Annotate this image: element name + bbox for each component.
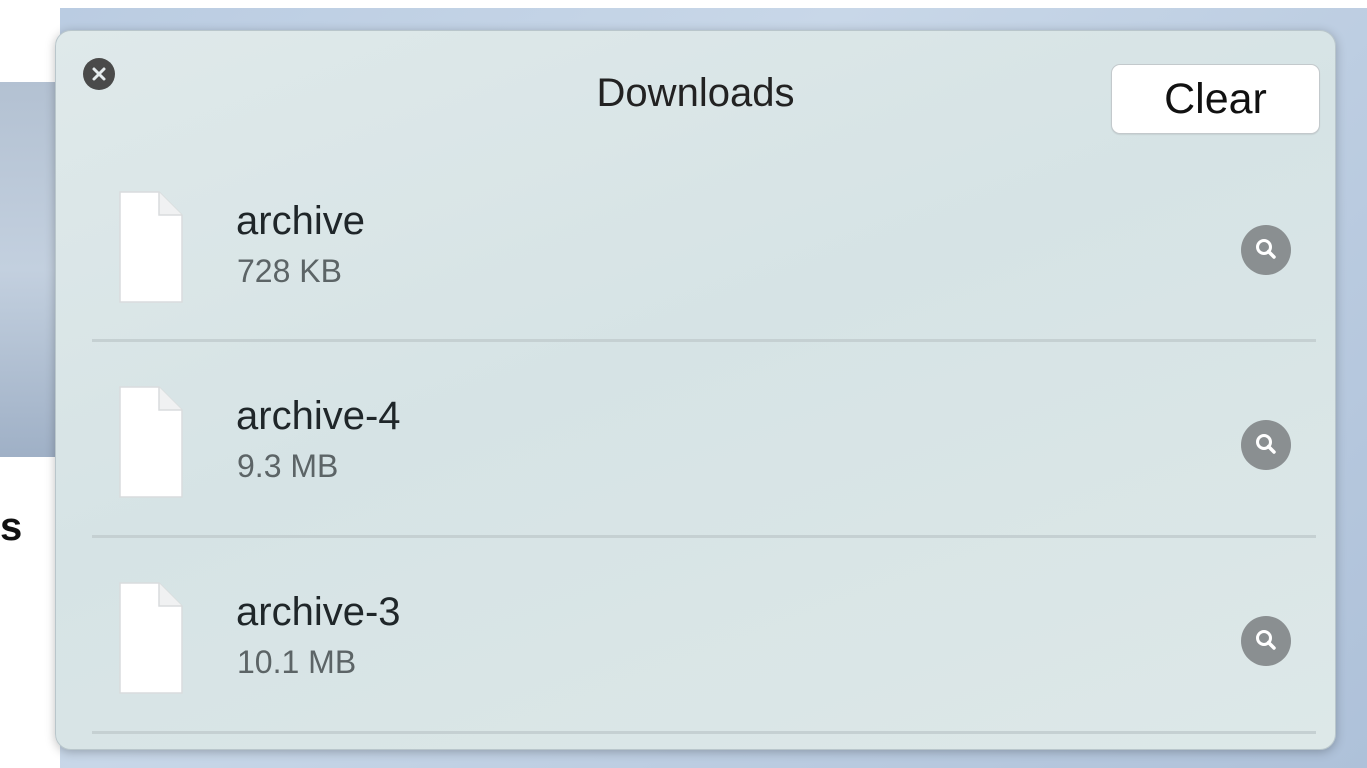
reveal-in-finder-button[interactable] — [1241, 225, 1291, 275]
downloads-popover: Downloads Clear archive 728 KB archive-4… — [55, 30, 1336, 750]
download-filename: archive-3 — [236, 590, 401, 634]
download-filename: archive-4 — [236, 394, 401, 438]
document-icon — [119, 582, 183, 694]
magnifier-icon — [1256, 239, 1276, 259]
magnifier-icon — [1256, 434, 1276, 454]
row-divider — [92, 731, 1316, 734]
download-item[interactable]: archive-4 9.3 MB — [56, 386, 1335, 581]
row-divider — [92, 339, 1316, 342]
download-filesize: 10.1 MB — [237, 644, 357, 680]
clear-button[interactable]: Clear — [1111, 64, 1320, 134]
reveal-in-finder-button[interactable] — [1241, 420, 1291, 470]
magnifier-icon — [1256, 630, 1276, 650]
reveal-in-finder-button[interactable] — [1241, 616, 1291, 666]
row-divider — [92, 535, 1316, 538]
download-filesize: 9.3 MB — [237, 448, 339, 484]
download-filesize: 728 KB — [237, 253, 342, 289]
document-icon — [119, 386, 183, 498]
document-icon — [119, 191, 183, 303]
download-item[interactable]: archive-3 10.1 MB — [56, 582, 1335, 749]
download-filename: archive — [236, 199, 365, 243]
download-item[interactable]: archive 728 KB — [56, 191, 1335, 386]
background-partial-text: s — [0, 505, 23, 549]
background-top-strip — [0, 0, 1367, 8]
